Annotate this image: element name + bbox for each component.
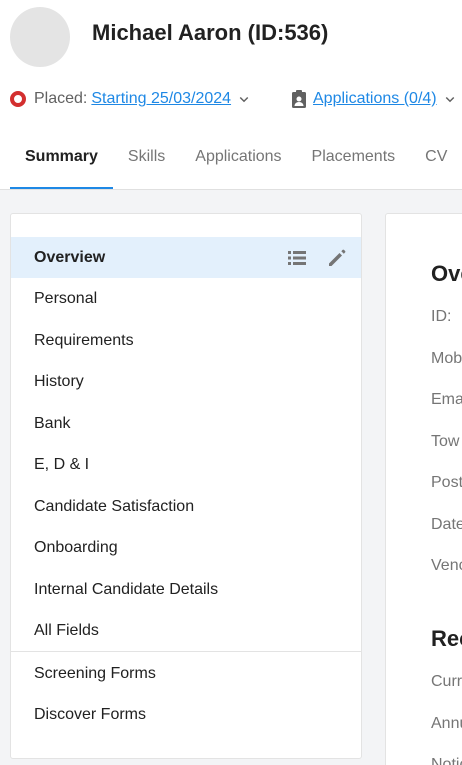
nav-item-history[interactable]: History <box>11 361 361 402</box>
status-label: Placed: <box>34 90 88 107</box>
tab-summary[interactable]: Summary <box>10 140 113 189</box>
candidate-name: Michael Aaron (ID:536) <box>92 20 329 45</box>
nav-item-onboarding[interactable]: Onboarding <box>11 527 361 568</box>
field-label-town: Tow <box>431 433 460 450</box>
nav-item-candidate-satisfaction[interactable]: Candidate Satisfaction <box>11 486 361 527</box>
nav-item-label: Overview <box>34 248 106 266</box>
section-nav: Overview Personal Requirements History B… <box>10 213 362 759</box>
overview-heading: Ove <box>431 261 462 286</box>
applications-link[interactable]: Applications (0/4) <box>313 90 437 108</box>
overview-actions <box>287 237 347 278</box>
clipboard-user-icon <box>292 90 306 108</box>
nav-item-overview[interactable]: Overview <box>11 237 361 278</box>
field-label-vendor: Venc <box>431 557 462 574</box>
field-label-annual: Annu <box>431 715 462 732</box>
tab-bar: Summary Skills Applications Placements C… <box>10 140 462 189</box>
status-dot-icon <box>10 91 26 107</box>
avatar[interactable] <box>10 7 70 67</box>
tab-skills[interactable]: Skills <box>113 140 180 189</box>
field-label-id: ID: <box>431 308 452 325</box>
tab-divider <box>0 189 462 190</box>
requirements-heading: Rec <box>431 626 462 651</box>
tab-applications[interactable]: Applications <box>180 140 296 189</box>
nav-item-internal-candidate-details[interactable]: Internal Candidate Details <box>11 569 361 610</box>
field-label-current: Curr <box>431 673 462 690</box>
list-icon[interactable] <box>287 248 307 268</box>
nav-item-personal[interactable]: Personal <box>11 278 361 319</box>
tab-cv[interactable]: CV <box>410 140 462 189</box>
candidate-header: Michael Aaron (ID:536) Placed: Starting … <box>0 0 462 190</box>
nav-item-all-fields[interactable]: All Fields <box>11 610 361 651</box>
nav-divider <box>11 651 361 652</box>
pencil-icon[interactable] <box>327 248 347 268</box>
placement-status: Placed: Starting 25/03/2024 <box>10 88 253 110</box>
field-label-notice: Notic <box>431 756 462 765</box>
overview-detail-panel: Ove ID: Mob Ema Tow Post Date Venc Rec C… <box>385 213 462 765</box>
field-label-mobile: Mob <box>431 350 462 367</box>
nav-item-screening-forms[interactable]: Screening Forms <box>11 653 361 694</box>
field-label-postcode: Post <box>431 474 462 491</box>
chevron-down-icon[interactable] <box>235 90 253 108</box>
placement-start-link[interactable]: Starting 25/03/2024 <box>91 90 231 108</box>
nav-item-discover-forms[interactable]: Discover Forms <box>11 694 361 735</box>
nav-item-edi[interactable]: E, D & I <box>11 444 361 485</box>
chevron-down-icon[interactable] <box>441 90 459 108</box>
nav-item-bank[interactable]: Bank <box>11 403 361 444</box>
tab-placements[interactable]: Placements <box>297 140 411 189</box>
field-label-date: Date <box>431 516 462 533</box>
nav-item-requirements[interactable]: Requirements <box>11 320 361 361</box>
applications-summary: Applications (0/4) <box>291 88 459 110</box>
field-label-email: Ema <box>431 391 462 408</box>
